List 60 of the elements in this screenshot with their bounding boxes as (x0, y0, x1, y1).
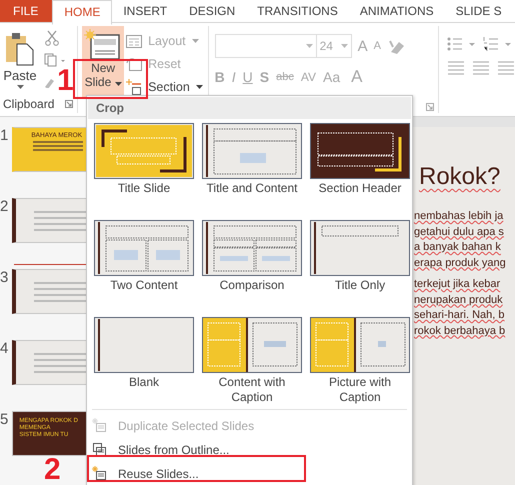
menu-section-header: Crop (88, 97, 411, 119)
layout-option[interactable]: Picture with Caption (308, 317, 412, 409)
caret-icon (196, 85, 203, 89)
layout-option[interactable]: Blank (92, 317, 196, 409)
layout-option[interactable]: Title and Content (200, 123, 304, 215)
layout-option[interactable]: Content with Caption (200, 317, 304, 409)
ribbon-tab[interactable]: SLIDE S (444, 0, 513, 22)
ribbon-tab[interactable]: FILE (0, 0, 52, 22)
eraser-icon[interactable] (386, 38, 405, 54)
scissors-icon[interactable] (44, 30, 60, 46)
caret-icon (192, 39, 199, 43)
slides-icon (92, 418, 108, 434)
slide-number: 5 (0, 411, 8, 430)
copy-icon[interactable] (44, 53, 66, 67)
menu-item[interactable]: Reuse Slides... (88, 462, 411, 485)
numbered-list-icon[interactable] (483, 36, 513, 52)
slide-number: 2 (0, 198, 8, 217)
layout-option[interactable]: Section Header (308, 123, 412, 215)
slide-paragraph: nembahas lebih ja getahui dulu apa s a banyak bahan k erapa produk yang (414, 209, 507, 270)
ribbon-tab[interactable]: TRANSITIONS (246, 0, 349, 22)
slide-number: 1 (0, 127, 8, 146)
bullet-list-icon[interactable] (447, 36, 477, 52)
ribbon-tab[interactable]: DESIGN (178, 0, 246, 22)
slide-title: Rokok? (419, 163, 502, 191)
caret-icon (306, 44, 313, 48)
layout-option[interactable]: Two Content (92, 220, 196, 312)
new-slide-icon (84, 29, 122, 61)
insertion-marker (14, 264, 86, 265)
slide-number: 3 (0, 269, 8, 288)
layout-icon (126, 34, 142, 48)
layout-option[interactable]: Comparison (200, 220, 304, 312)
paste-button[interactable]: Paste (0, 26, 40, 97)
dialog-launcher-icon[interactable] (65, 100, 74, 108)
layout-option[interactable]: Title Slide (92, 123, 196, 215)
layout-option[interactable]: Title Only (308, 220, 412, 312)
caret-icon (16, 85, 24, 89)
dialog-launcher-icon[interactable] (426, 103, 434, 111)
slide-paragraph: terkejut jika kebar nerupakan produk sehari-hari. Nah, b rokok berbahaya b (414, 277, 506, 338)
caret-icon (340, 44, 348, 48)
step-number: 1 (57, 66, 74, 96)
section-button[interactable]: Section (126, 78, 203, 96)
ribbon-tab[interactable]: INSERT (112, 0, 178, 22)
step-number: 2 (44, 455, 61, 485)
align-icon[interactable] (447, 61, 465, 75)
slide-thumbnail[interactable] (12, 269, 86, 314)
clipboard-icon (5, 32, 35, 66)
align-icon[interactable] (472, 61, 490, 75)
new-slide-button[interactable]: New Slide (82, 26, 124, 98)
group-label: Clipboard (3, 97, 54, 111)
ribbon-tab[interactable]: ANIMATIONS (348, 0, 445, 22)
menu-item[interactable]: Slides from Outline... (88, 438, 411, 462)
align-icon[interactable] (497, 61, 515, 75)
ribbon-tab[interactable]: HOME (52, 0, 112, 25)
slides-icon (92, 466, 108, 482)
caret-icon (114, 82, 122, 86)
slide-number: 4 (0, 340, 8, 359)
slides-icon (92, 442, 108, 458)
font-name-field[interactable] (214, 34, 317, 58)
slide-thumbnail[interactable] (12, 340, 86, 385)
slide-thumbnail[interactable] (12, 198, 86, 243)
